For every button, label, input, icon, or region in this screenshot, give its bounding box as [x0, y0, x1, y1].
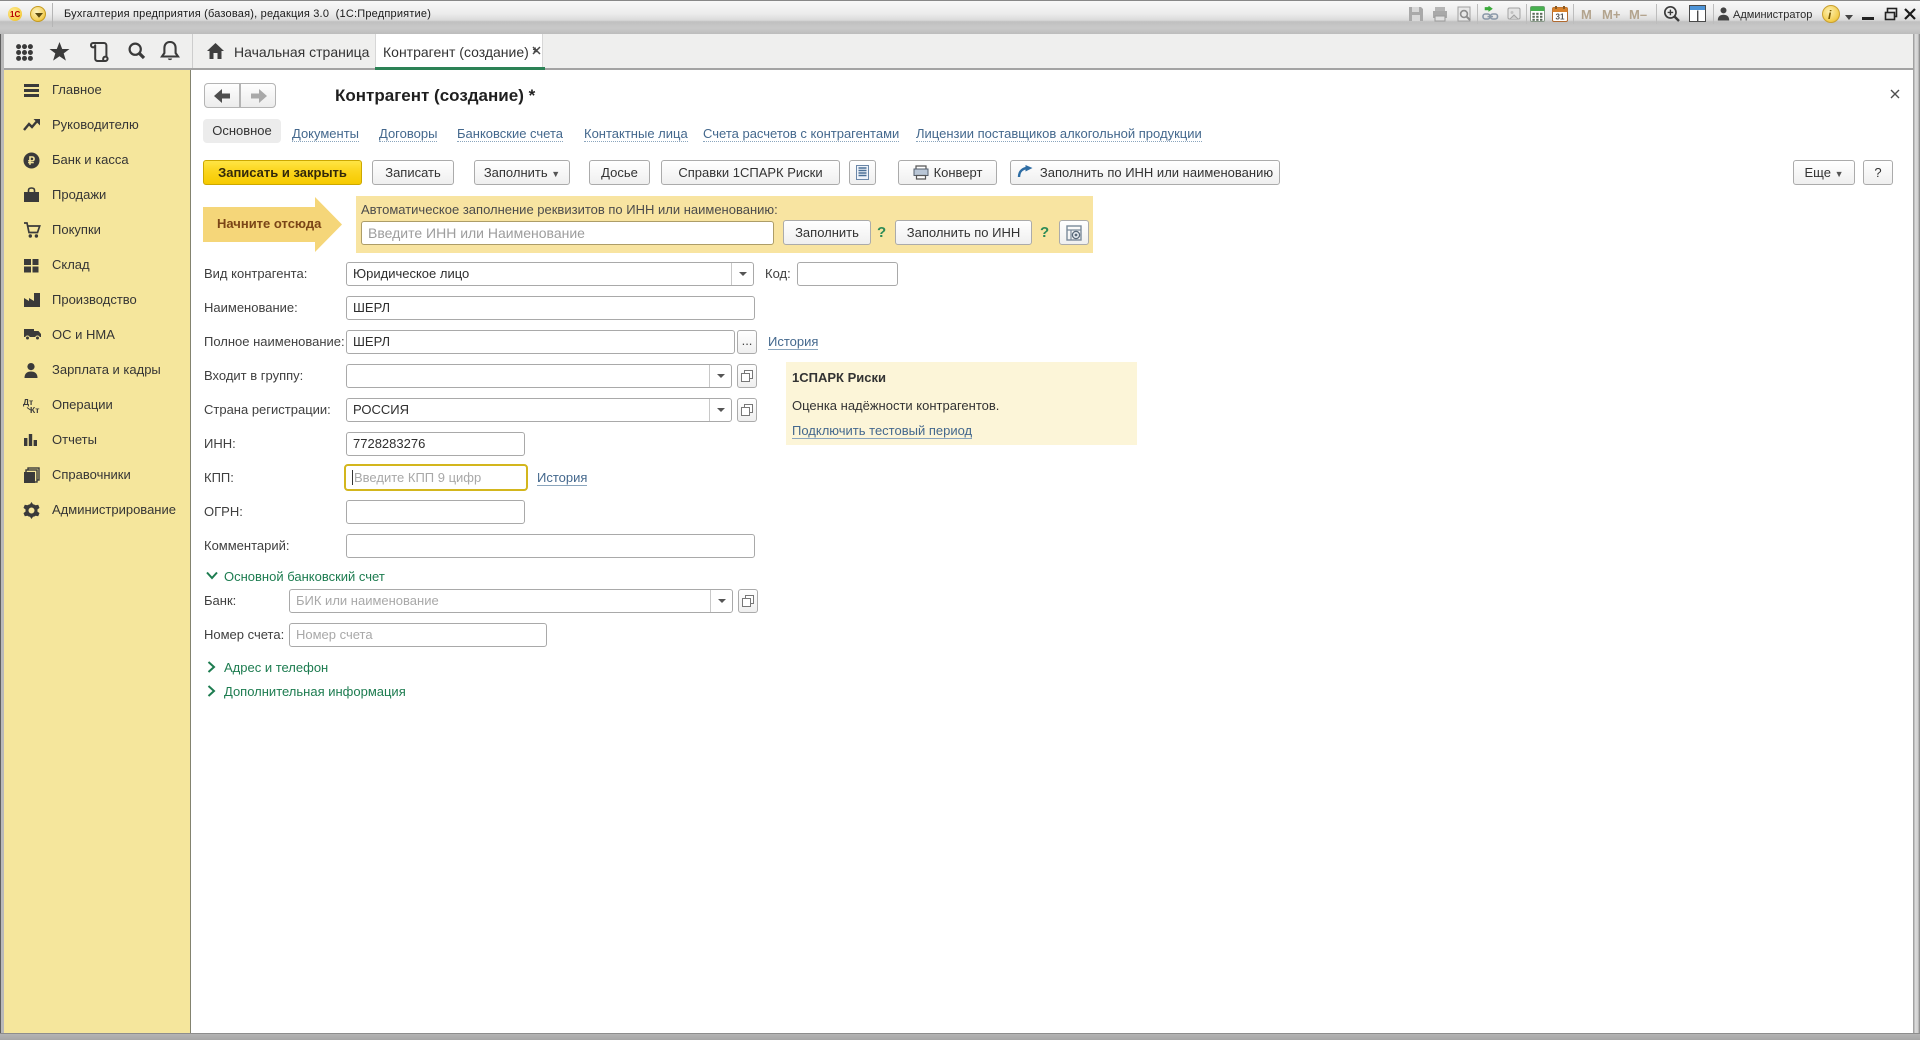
svg-text:₽: ₽	[28, 155, 35, 167]
svg-text:Кт: Кт	[30, 405, 39, 414]
svg-text:31: 31	[1556, 13, 1565, 22]
